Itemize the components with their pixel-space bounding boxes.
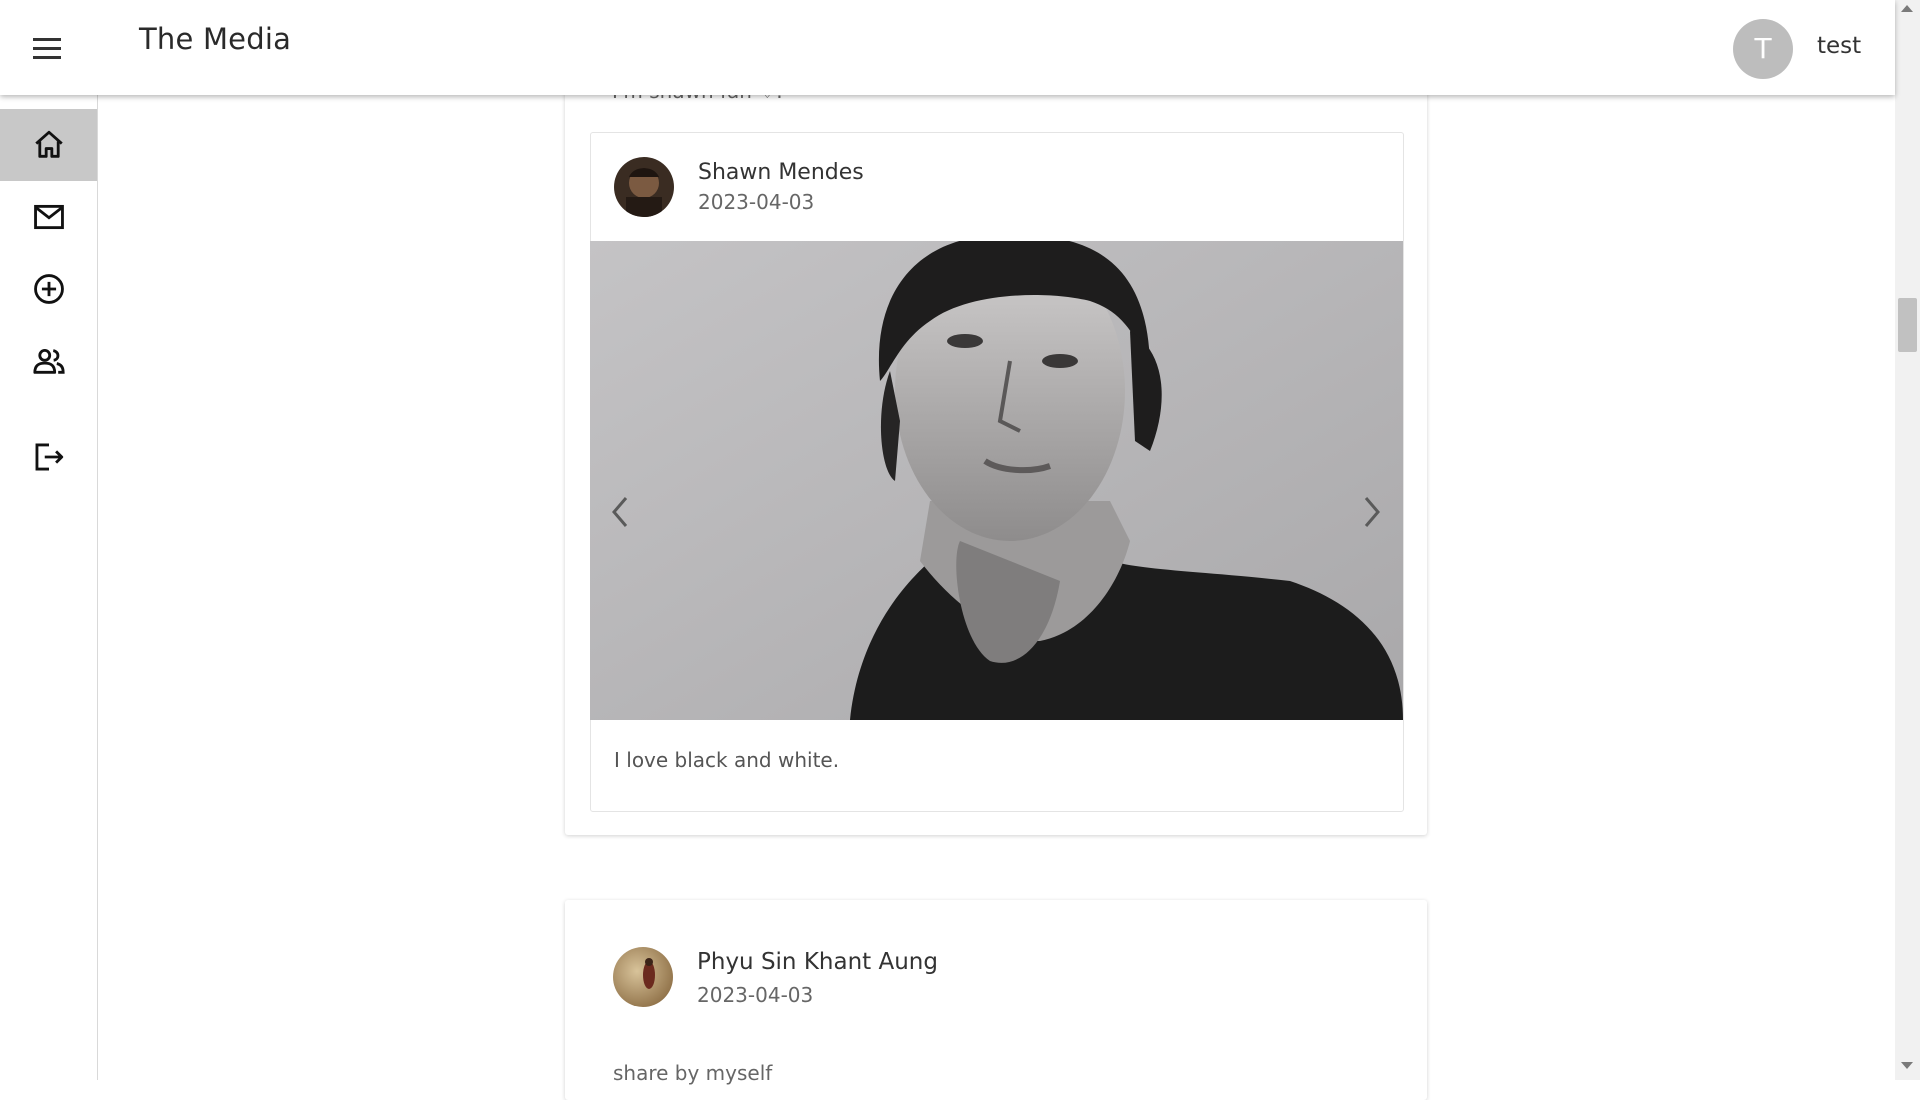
app-title: The Media	[139, 22, 292, 56]
user-avatar[interactable]: T	[1733, 19, 1793, 79]
scrollbar-thumb[interactable]	[1898, 298, 1917, 352]
sidebar-item-messages[interactable]	[0, 181, 97, 253]
sidebar-item-create[interactable]	[0, 253, 97, 325]
mail-icon	[33, 204, 64, 230]
post-date: 2023-04-03	[698, 190, 815, 214]
chevron-left-icon	[612, 497, 628, 527]
top-app-bar: The Media T test	[0, 0, 1895, 95]
post-caption: I love black and white.	[614, 748, 840, 772]
sidebar	[0, 95, 98, 1080]
scrollbar[interactable]	[1895, 0, 1920, 1080]
author-name[interactable]: Shawn Mendes	[698, 160, 864, 185]
add-circle-icon	[33, 274, 64, 304]
chevron-right-icon	[1364, 497, 1380, 527]
scroll-down-arrow-icon[interactable]	[1901, 1062, 1913, 1069]
author-avatar[interactable]	[614, 157, 674, 217]
logout-icon	[35, 443, 63, 471]
author-name[interactable]: Phyu Sin Khant Aung	[697, 949, 938, 975]
sidebar-item-home[interactable]	[0, 109, 97, 181]
home-icon	[34, 130, 63, 158]
author-avatar[interactable]	[613, 947, 673, 1007]
post-text: share by myself	[613, 1061, 773, 1085]
post-image	[590, 241, 1403, 720]
sidebar-item-logout[interactable]	[0, 421, 97, 493]
carousel-next-button[interactable]	[1352, 490, 1392, 534]
carousel-prev-button[interactable]	[600, 490, 640, 534]
username[interactable]: test	[1817, 33, 1861, 59]
menu-icon[interactable]	[26, 30, 70, 66]
scroll-up-arrow-icon[interactable]	[1901, 5, 1913, 12]
sidebar-item-friends[interactable]	[0, 325, 97, 397]
people-icon	[32, 348, 65, 374]
post-date: 2023-04-03	[697, 983, 814, 1007]
